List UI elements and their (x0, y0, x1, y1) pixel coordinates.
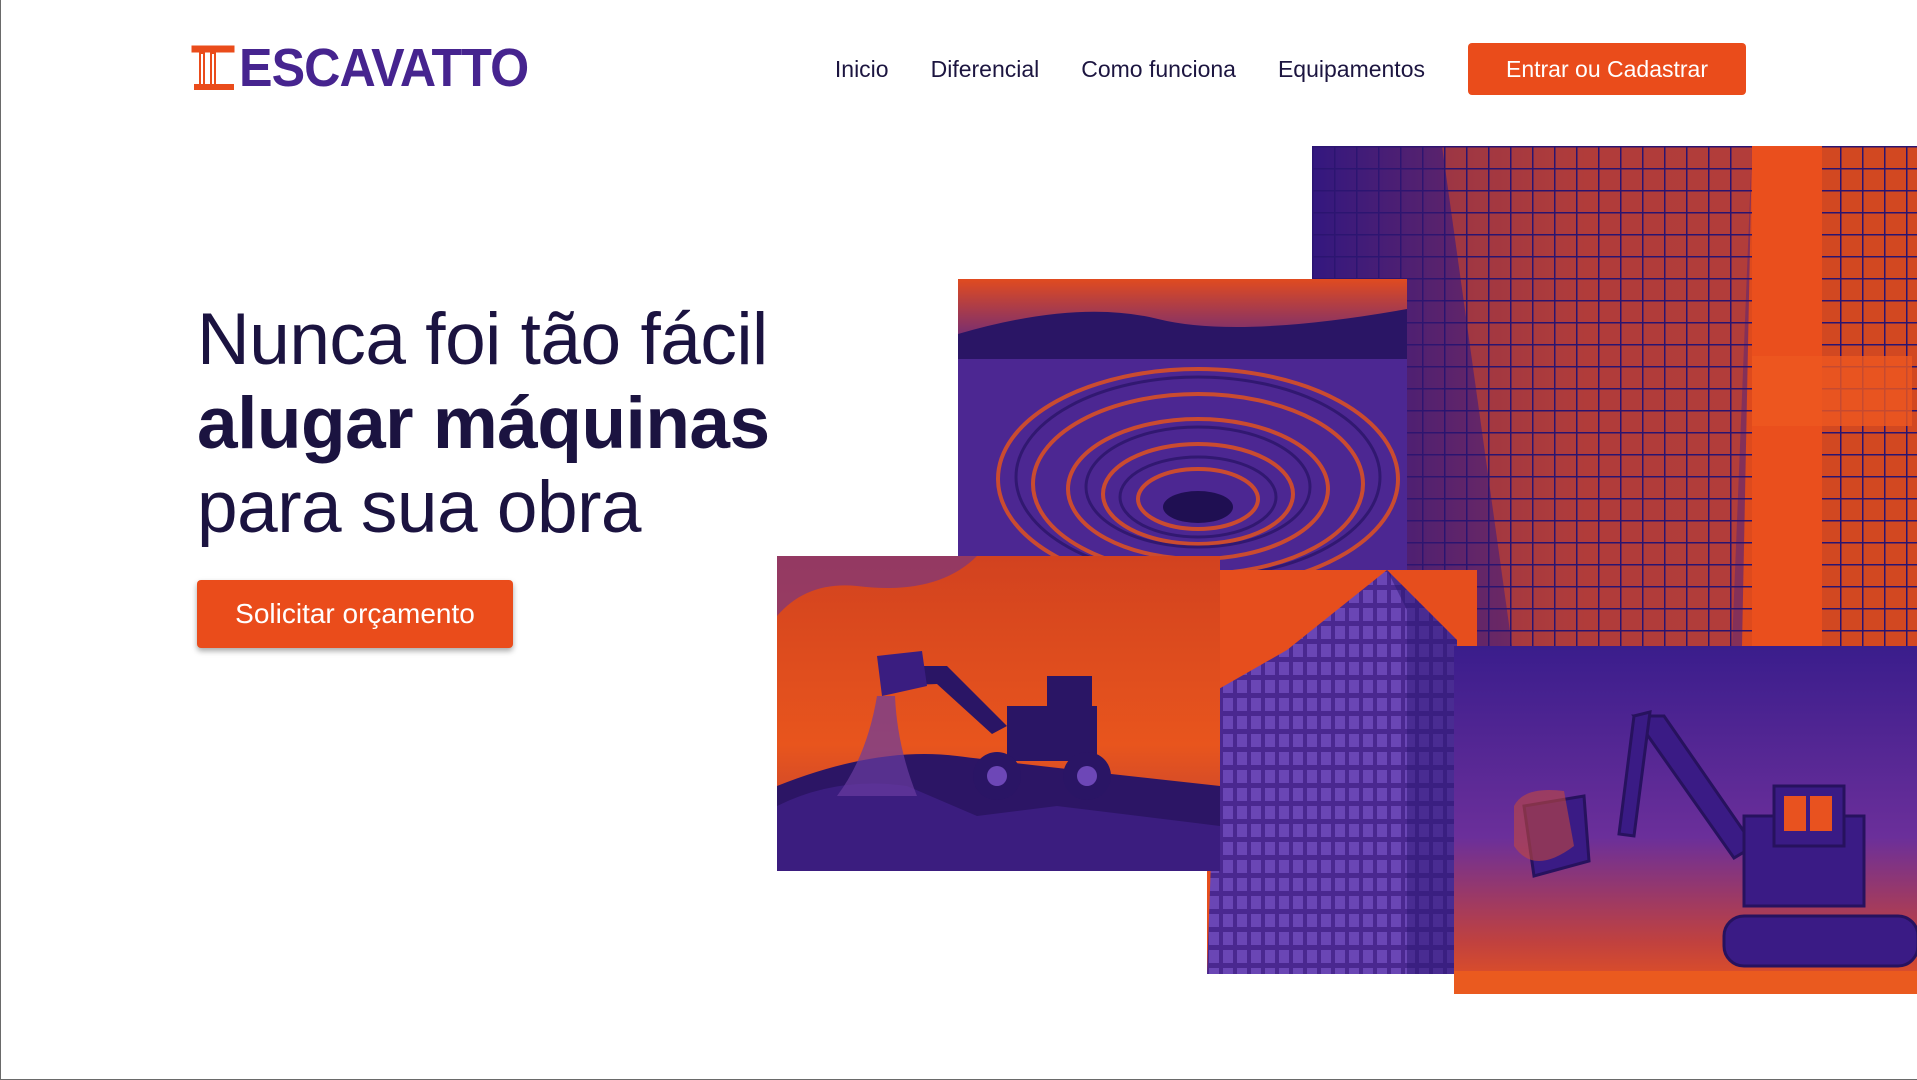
office-building-photo (1207, 570, 1477, 974)
escavatto-logo[interactable]: ESCAVATTO (191, 38, 550, 98)
wheel-loader-photo (777, 556, 1220, 871)
excavator-photo (1454, 646, 1917, 994)
login-signup-button[interactable]: Entrar ou Cadastrar (1468, 43, 1746, 95)
nav-equipamentos[interactable]: Equipamentos (1278, 56, 1425, 83)
landing-page: ESCAVATTO Inicio Diferencial Como funcio… (0, 0, 1917, 1080)
nav-inicio[interactable]: Inicio (835, 56, 889, 83)
request-quote-button[interactable]: Solicitar orçamento (197, 580, 513, 648)
open-pit-mine-photo (958, 279, 1407, 577)
hero-line-3: para sua obra (197, 467, 641, 548)
nav-diferencial[interactable]: Diferencial (931, 56, 1040, 83)
hero-line-2: alugar máquinas (197, 383, 770, 464)
logo-mark-icon (191, 45, 235, 90)
logo-text: ESCAVATTO (239, 38, 529, 98)
main-nav: Inicio Diferencial Como funciona Equipam… (835, 43, 1746, 95)
hero-heading: Nunca foi tão fácil alugar máquinas para… (197, 298, 770, 550)
nav-como-funciona[interactable]: Como funciona (1081, 56, 1236, 83)
hero-line-1: Nunca foi tão fácil (197, 299, 768, 380)
